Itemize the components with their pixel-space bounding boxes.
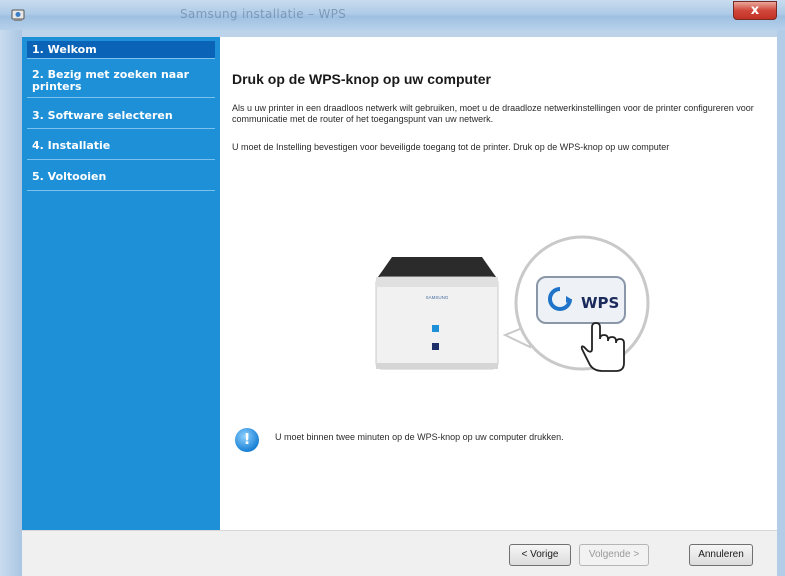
page-title: Druk op de WPS-knop op uw computer: [232, 71, 491, 87]
window-frame-right: [777, 30, 785, 576]
step-select-software: 3. Software selecteren: [27, 103, 215, 129]
wps-button-label: WPS: [581, 294, 619, 312]
info-message: U moet binnen twee minuten op de WPS-kno…: [275, 432, 564, 442]
printer-brand-label: SAMSUNG: [426, 295, 449, 300]
close-button[interactable]: x: [733, 1, 777, 20]
printer-wps-illustration: SAMSUNG WPS: [375, 235, 650, 372]
title-bar[interactable]: Samsung installatie – WPS x: [0, 0, 785, 30]
window-frame-left: [0, 30, 22, 576]
intro-paragraph: Als u uw printer in een draadloos netwer…: [232, 103, 754, 124]
cancel-button[interactable]: Annuleren: [689, 544, 753, 566]
installer-app-icon: [11, 9, 25, 21]
button-bar: < Vorige Volgende > Annuleren: [22, 530, 777, 576]
window-title: Samsung installatie – WPS: [180, 7, 347, 21]
next-button[interactable]: Volgende >: [579, 544, 649, 566]
printer-icon: SAMSUNG: [375, 257, 499, 370]
step-installation: 4. Installatie: [27, 134, 215, 160]
main-content: Druk op de WPS-knop op uw computer Als u…: [220, 37, 777, 530]
instruction-paragraph: U moet de Instelling bevestigen voor bev…: [232, 142, 670, 152]
close-icon: x: [750, 3, 760, 18]
wps-button-graphic: WPS: [536, 276, 626, 324]
step-finish: 5. Voltooien: [27, 165, 215, 191]
installer-window: Samsung installatie – WPS x 1. Welkom 2.…: [0, 0, 785, 576]
step-searching-printers: 2. Bezig met zoeken naar printers: [27, 64, 215, 98]
step-welcome: 1. Welkom: [27, 41, 215, 59]
info-icon: !: [235, 428, 259, 452]
back-button[interactable]: < Vorige: [509, 544, 571, 566]
steps-sidebar: 1. Welkom 2. Bezig met zoeken naar print…: [22, 37, 220, 530]
